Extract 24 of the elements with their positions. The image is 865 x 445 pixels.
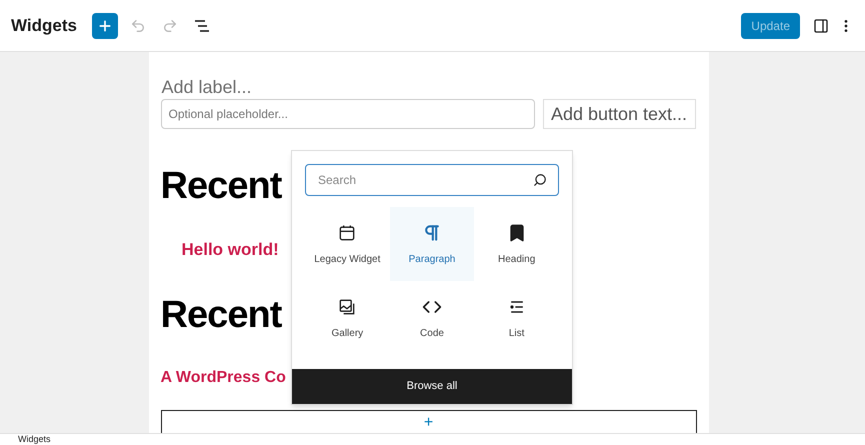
gallery-icon [337,297,358,317]
post-link[interactable]: Hello world! [182,241,279,258]
block-type-item[interactable]: Heading [474,207,559,281]
block-type-item[interactable]: Legacy Widget [305,207,390,281]
page-title: Widgets [11,14,77,37]
add-block-button[interactable] [92,12,118,38]
block-type-item[interactable]: Gallery [305,281,390,355]
form-label[interactable]: Add label... [162,76,696,98]
plus-icon [96,18,113,34]
browse-all-button[interactable]: Browse all [292,369,572,404]
list-view-icon[interactable] [194,18,210,32]
block-type-item[interactable]: Paragraph [390,207,474,281]
block-heading: Recent [160,296,282,334]
block-type-item[interactable]: Code [390,281,474,355]
block-type-item[interactable]: List [474,281,559,355]
block-heading: Recent [160,167,282,205]
form-button[interactable]: Add button text... [542,99,696,129]
input-field[interactable]: Optional placeholder... [160,99,534,129]
calendar-icon [337,223,358,243]
search-field[interactable]: Search [305,164,559,196]
sidebar-toggle-icon[interactable] [813,18,829,34]
post-link[interactable]: A WordPress Co [160,370,286,386]
search-icon [533,173,547,187]
breadcrumb[interactable]: Widgets [18,435,51,444]
